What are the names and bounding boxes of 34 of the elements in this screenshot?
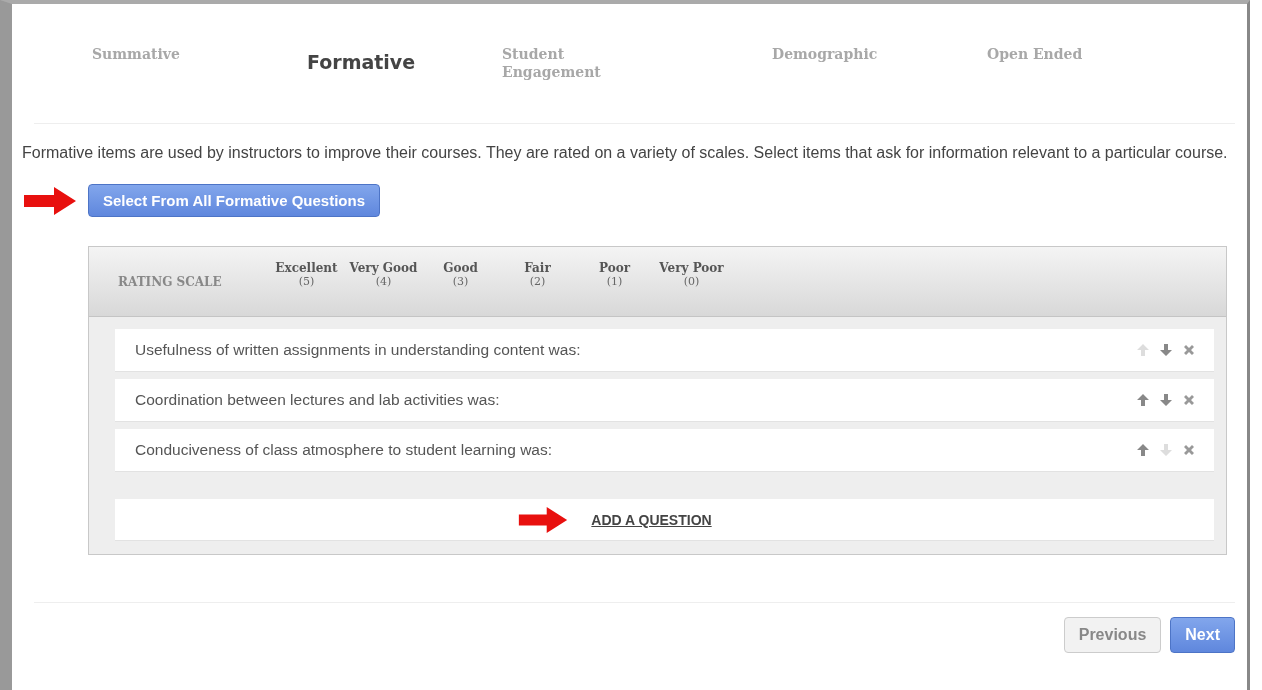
- up-arrow-icon[interactable]: [1136, 443, 1150, 457]
- description-text: Formative items are used by instructors to improve their courses. They are rated on a variety of scales. Select items that ask for information relevant to a particular course.: [22, 144, 1229, 162]
- step-tab[interactable]: Formative: [237, 45, 452, 123]
- scale-level-name: Very Good: [349, 261, 418, 275]
- question-text: Coordination between lectures and lab activities was:: [135, 391, 500, 409]
- remove-icon[interactable]: [1182, 443, 1196, 457]
- scale-level-value: (0): [683, 275, 700, 288]
- step-tab[interactable]: Summative: [22, 45, 237, 123]
- step-tab[interactable]: Student Engagement: [452, 45, 702, 123]
- select-questions-button[interactable]: Select From All Formative Questions: [88, 184, 380, 217]
- up-arrow-icon[interactable]: [1136, 393, 1150, 407]
- scale-level-value: (4): [375, 275, 392, 288]
- scale-level-name: Poor: [599, 261, 630, 275]
- step-tab[interactable]: Open Ended: [917, 45, 1132, 123]
- arrow-icon: [24, 186, 76, 215]
- question-text: Usefulness of written assignments in understanding content was:: [135, 341, 581, 359]
- scale-level-name: Very Poor: [659, 261, 724, 275]
- scale-level-value: (2): [529, 275, 546, 288]
- previous-button[interactable]: Previous: [1063, 617, 1162, 653]
- step-tab[interactable]: Demographic: [702, 45, 917, 123]
- scale-level-value: (3): [452, 275, 469, 288]
- rating-scale-label: RATING SCALE: [118, 274, 223, 289]
- add-question-link[interactable]: ADD A QUESTION: [591, 511, 712, 528]
- question-text: Conduciveness of class atmosphere to student learning was:: [135, 441, 552, 459]
- scale-level-value: (1): [606, 275, 623, 288]
- scale-level-name: Good: [443, 261, 478, 275]
- scale-level-value: (5): [298, 275, 315, 288]
- scale-level-name: Fair: [524, 261, 551, 275]
- remove-icon[interactable]: [1182, 343, 1196, 357]
- scale-level-name: Excellent: [275, 261, 338, 275]
- down-arrow-icon[interactable]: [1159, 343, 1173, 357]
- down-arrow-icon[interactable]: [1159, 393, 1173, 407]
- next-button[interactable]: Next: [1170, 617, 1235, 653]
- remove-icon[interactable]: [1182, 393, 1196, 407]
